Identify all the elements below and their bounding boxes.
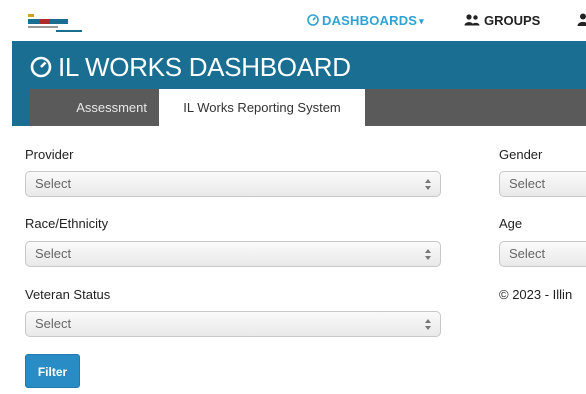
select-arrows-icon (425, 179, 431, 190)
dashboard-icon (307, 14, 319, 26)
veteran-status-select-value: Select (35, 316, 72, 331)
provider-select[interactable]: Select (25, 171, 441, 197)
dashboard-icon (30, 56, 52, 78)
chevron-down-icon: ▾ (419, 16, 424, 26)
groups-label: GROUPS (484, 13, 541, 28)
age-select-value: Select (509, 246, 546, 261)
users-icon (464, 14, 480, 26)
provider-label: Provider (25, 147, 74, 162)
tab-il-works-reporting-system[interactable]: IL Works Reporting System (159, 89, 365, 126)
gender-select-value: Select (509, 176, 546, 191)
select-arrows-icon (425, 249, 431, 260)
tab-assessment[interactable]: Assessment (30, 89, 159, 126)
race-ethnicity-select[interactable]: Select (25, 241, 441, 267)
gender-label: Gender (499, 147, 543, 162)
top-nav: DASHBOARDS ▾ GROUPS (0, 0, 586, 41)
race-ethnicity-label: Race/Ethnicity (25, 216, 109, 231)
select-arrows-icon (425, 319, 431, 330)
dashboard-header: IL WORKS DASHBOARD Assessment IL Works R… (12, 41, 586, 126)
veteran-status-label: Veteran Status (25, 287, 111, 302)
dashboards-label: DASHBOARDS (322, 13, 418, 28)
copyright-text: © 2023 - Illin (499, 287, 573, 302)
page-title-text: IL WORKS DASHBOARD (58, 52, 351, 82)
age-label: Age (499, 216, 523, 231)
race-ethnicity-select-value: Select (35, 246, 72, 261)
age-select[interactable]: Select (499, 241, 586, 267)
dashboards-menu[interactable]: DASHBOARDS ▾ (307, 13, 424, 28)
gender-select[interactable]: Select (499, 171, 586, 197)
groups-menu[interactable]: GROUPS (464, 13, 540, 28)
veteran-status-select[interactable]: Select (25, 311, 441, 337)
filter-button[interactable]: Filter (25, 354, 80, 388)
provider-select-value: Select (35, 176, 72, 191)
page-title: IL WORKS DASHBOARD (30, 52, 351, 83)
tab-strip: Assessment IL Works Reporting System (30, 89, 586, 126)
ilworks-logo[interactable] (26, 11, 84, 35)
user-icon[interactable] (577, 13, 586, 26)
